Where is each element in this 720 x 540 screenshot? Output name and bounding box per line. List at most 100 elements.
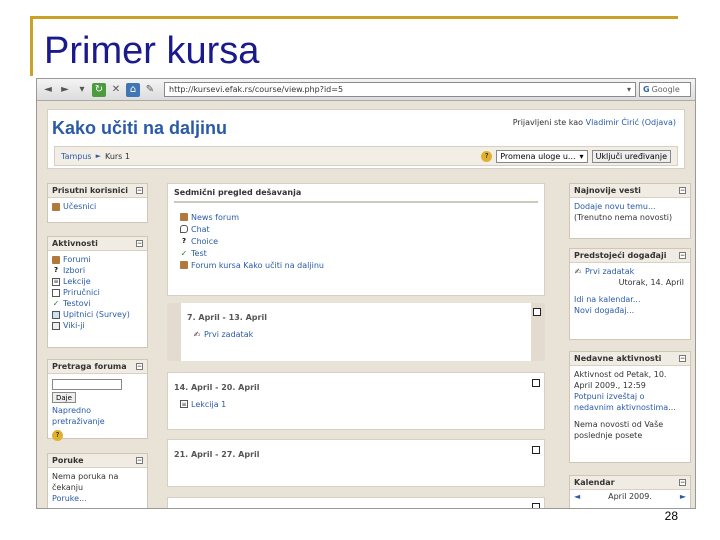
collapse-icon[interactable]: − [679,479,686,486]
assignment-icon: ✍ [574,267,582,276]
reload-icon[interactable]: ↻ [92,82,106,97]
forum-search-button[interactable]: Daje [52,392,76,403]
collapse-icon[interactable]: − [136,187,143,194]
week-item-assignment[interactable]: ✍ Prvi zadatak [193,328,519,340]
summary-course-forum[interactable]: Forum kursa Kako učiti na daljinu [180,259,532,271]
activity-label: Izbori [63,266,86,275]
messages-block-title: Poruke [52,456,84,465]
week-item-label: Lekcija 1 [191,399,227,409]
activity-lessons[interactable]: ≡ Lekcije [52,276,143,287]
home-icon[interactable]: ⌂ [126,82,140,97]
slide-title: Primer kursa [44,30,260,72]
chat-icon [180,225,188,233]
logout-link[interactable]: (Odjava) [642,118,676,127]
activity-label: Testovi [63,299,91,308]
slide-top-rule [30,16,678,19]
navbar-controls: ? Promena uloge u... ▾ Uključi uređivanj… [481,149,671,163]
next-month-icon[interactable]: ► [680,492,686,501]
activities-block: Aktivnosti − Forumi ? Izbori ≡ Lekcije Pri… [47,236,148,348]
summary-choice[interactable]: ? Choice [180,235,532,247]
survey-icon [52,310,60,319]
activity-label: Lekcije [63,277,91,286]
week-title: 14. April - 20. April [174,383,260,392]
no-messages-text: Nema poruka na [52,472,119,481]
search-box[interactable]: G Google [639,82,691,97]
summary-chat[interactable]: Chat [180,223,532,235]
activity-forums[interactable]: Forumi [52,254,143,265]
previous-month-icon[interactable]: ◄ [574,492,580,501]
lesson-icon: ≡ [180,400,188,408]
address-url: http://kursevi.efak.rs/course/view.php?i… [169,85,344,94]
user-name-link[interactable]: Vladimir Ćirić [586,118,639,127]
breadcrumb-separator-icon: ► [95,152,101,160]
forum-search-block: Pretraga foruma − Daje Napredno pretraži… [47,359,148,441]
address-bar[interactable]: http://kursevi.efak.rs/course/view.php?i… [164,82,636,97]
site-title[interactable]: Kako učiti na daljinu [52,118,227,139]
forum-search-input[interactable] [52,379,122,390]
collapse-icon[interactable]: − [679,252,686,259]
week-title: 21. April - 27. April [174,450,260,459]
breadcrumb-course: Kurs 1 [104,151,130,161]
collapse-icon[interactable]: − [136,457,143,464]
upcoming-events-block: Predstojeći događaji − ✍ Prvi zadatak Uto… [569,248,691,340]
breadcrumb: Tampus ► Kurs 1 ? Promena uloge u... ▾ U… [54,146,678,166]
users-icon [52,202,60,211]
activity-surveys[interactable]: Upitnici (Survey) [52,309,143,320]
forum-icon [180,213,188,221]
section-toggle-icon[interactable] [532,446,540,454]
address-dropdown-icon[interactable]: ▾ [627,85,631,94]
summary-news-forum[interactable]: News forum [180,211,532,223]
goto-calendar-link[interactable]: Idi na kalendar... [574,294,686,305]
role-select[interactable]: Promena uloge u... ▾ [496,149,588,163]
full-report-link[interactable]: Potpuni izveštaj o nedavnim aktivnostima… [574,391,686,413]
summary-item-label: Forum kursa Kako učiti na daljinu [191,260,324,270]
messages-link[interactable]: Poruke... [52,493,143,504]
stop-icon[interactable]: ✕ [109,83,123,97]
activity-resources[interactable]: Priručnici [52,287,143,298]
messages-block-header: Poruke − [48,454,147,468]
no-activity-text: Nema novosti od Vaše poslednje posete [574,420,664,440]
week-title: 7. April - 13. April [187,313,267,322]
activity-label: Forumi [63,255,91,264]
advanced-search-link[interactable]: Napredno pretraživanje ? [52,405,143,441]
help-icon[interactable]: ? [52,430,63,441]
activities-block-title: Aktivnosti [52,239,98,248]
calendar-month: April 2009. [608,491,652,501]
activity-wikis[interactable]: Viki-ji [52,320,143,331]
collapse-icon[interactable]: − [679,355,686,362]
summary-test[interactable]: ✓ Test [180,247,532,259]
week-item-lesson[interactable]: ≡ Lekcija 1 [180,398,532,410]
week-section: 14. April - 20. April ≡ Lekcija 1 [167,372,545,430]
back-icon[interactable]: ◄ [41,83,55,97]
event-link[interactable]: ✍ Prvi zadatak [574,266,686,277]
forum-icon [180,261,188,269]
section-toggle-icon[interactable] [533,308,541,316]
participants-link[interactable]: Učesnici [52,201,143,212]
collapse-icon[interactable]: − [136,363,143,370]
no-messages-text-2: čekanju [52,483,84,492]
history-icon[interactable]: ▾ [75,83,89,97]
search-placeholder: Google [651,85,680,94]
google-icon: G [643,85,650,94]
breadcrumb-home[interactable]: Tampus [61,152,92,161]
messages-block: Poruke − Nema poruka na čekanju Poruke..… [47,453,148,508]
collapse-icon[interactable]: − [679,187,686,194]
activity-choices[interactable]: ? Izbori [52,265,143,276]
site-header: Kako učiti na daljinu Prijavljeni ste ka… [47,109,685,169]
section-toggle-icon[interactable] [532,379,540,387]
activity-quizzes[interactable]: ✓ Testovi [52,298,143,309]
new-event-link[interactable]: Novi događaj... [574,305,686,316]
recent-activity-block: Nedavne aktivnosti − Aktivnost od Petak,… [569,351,691,463]
forward-icon[interactable]: ► [58,83,72,97]
add-topic-link[interactable]: Dodaje novu temu... [574,201,686,212]
recent-activity-title: Nedavne aktivnosti [574,354,662,363]
browser-screenshot: ◄ ► ▾ ↻ ✕ ⌂ ✎ http://kursevi.efak.rs/cou… [36,78,696,509]
tools-icon[interactable]: ✎ [143,83,157,97]
summary-item-label: News forum [191,212,240,222]
edit-mode-button[interactable]: Uključi uređivanje [591,149,671,163]
help-icon[interactable]: ? [481,150,493,162]
advanced-search-label: Napredno pretraživanje [52,406,105,426]
summary-item-label: Choice [191,236,219,246]
collapse-icon[interactable]: − [136,240,143,247]
section-toggle-icon[interactable] [532,503,540,508]
